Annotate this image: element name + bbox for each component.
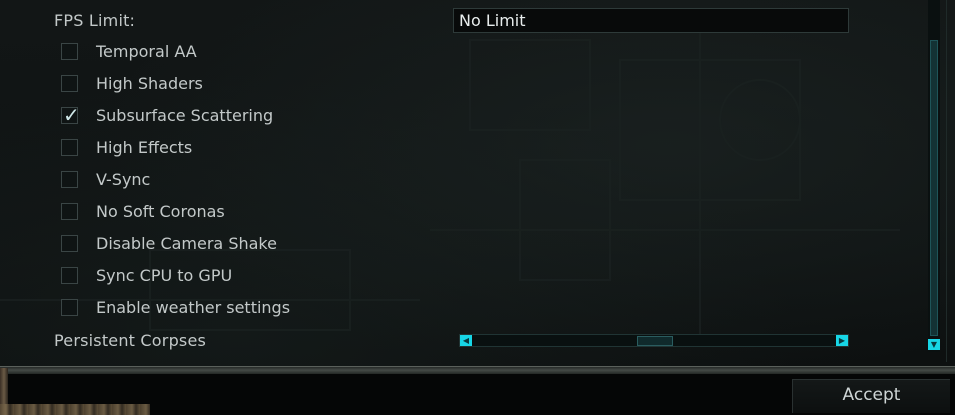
checkmark-icon: ✓ [63,103,80,127]
temporal-aa-label: Temporal AA [96,42,197,61]
arrow-right-icon[interactable]: ▶ [836,335,848,346]
sync-cpu-to-gpu-label: Sync CPU to GPU [96,266,233,285]
scrollbar-thumb[interactable] [930,40,938,336]
accept-button[interactable]: Accept [792,379,950,413]
high-effects-checkbox[interactable] [61,139,78,156]
enable-weather-settings-label: Enable weather settings [96,298,291,317]
arrow-down-icon[interactable]: ▼ [928,339,940,350]
v-sync-checkbox[interactable] [61,171,78,188]
high-shaders-label: High Shaders [96,74,203,93]
subsurface-scattering-checkbox[interactable]: ✓ [61,103,80,127]
high-effects-label: High Effects [96,138,193,157]
persistent-corpses-label: Persistent Corpses [54,331,207,350]
vertical-scrollbar[interactable]: ▼ [928,0,940,352]
frame-ornament-bottom [0,404,150,415]
temporal-aa-checkbox[interactable] [61,43,78,60]
enable-weather-settings-checkbox[interactable] [61,299,78,316]
persistent-corpses-slider[interactable]: ◀ ▶ [459,334,849,347]
sync-cpu-to-gpu-checkbox[interactable] [61,267,78,284]
no-soft-coronas-label: No Soft Coronas [96,202,225,221]
high-shaders-checkbox[interactable] [61,75,78,92]
slider-thumb[interactable] [637,336,673,346]
fps-limit-label: FPS Limit: [54,11,136,30]
no-soft-coronas-checkbox[interactable] [61,203,78,220]
settings-screen: FPS Limit: No Limit Temporal AA High Sha… [0,0,955,415]
disable-camera-shake-label: Disable Camera Shake [96,234,277,253]
fps-limit-dropdown[interactable]: No Limit [453,8,849,33]
v-sync-label: V-Sync [96,170,151,189]
disable-camera-shake-checkbox[interactable] [61,235,78,252]
arrow-left-icon[interactable]: ◀ [460,335,472,346]
subsurface-scattering-label: Subsurface Scattering [96,106,274,125]
